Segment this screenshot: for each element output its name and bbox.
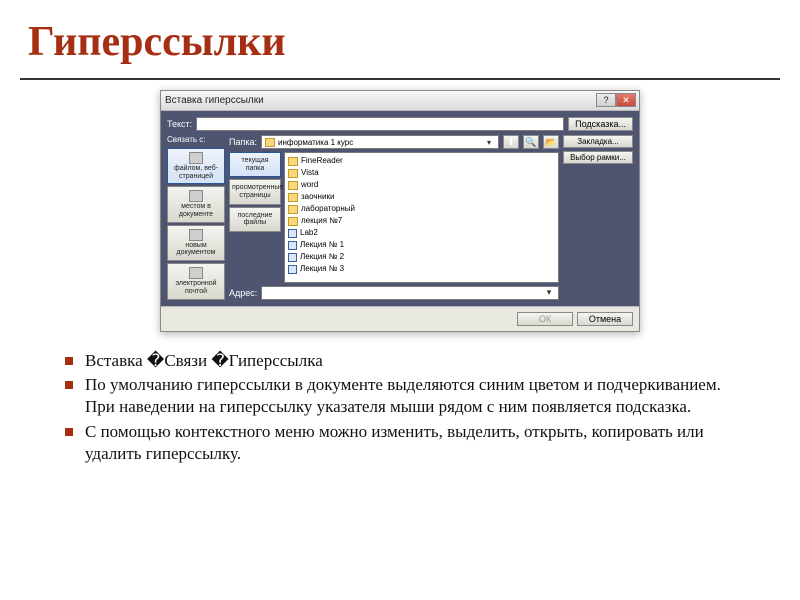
main-columns: Связать с: файлом, веб-страницей местом … xyxy=(167,135,633,300)
dialog-titlebar[interactable]: Вставка гиперссылки ? ✕ xyxy=(161,91,639,111)
file-list[interactable]: FineReaderVistawordзаочникилабораторныйл… xyxy=(284,152,559,283)
address-row: Адрес: ▾ xyxy=(229,286,559,300)
list-item[interactable]: заочники xyxy=(288,191,555,203)
help-button[interactable]: ? xyxy=(596,93,616,107)
dialog-footer: ОК Отмена xyxy=(161,306,639,331)
right-buttons: Закладка... Выбор рамки... xyxy=(563,135,633,300)
dialog-caption: Вставка гиперссылки xyxy=(165,95,264,106)
folder-icon xyxy=(265,138,275,147)
window-buttons: ? ✕ xyxy=(596,93,636,107)
linkto-place-in-doc[interactable]: местом в документе xyxy=(167,186,225,222)
search-icon: 🔍 xyxy=(525,137,536,148)
globe-file-icon xyxy=(189,152,203,164)
folder-combo[interactable]: информатика 1 курс ▾ xyxy=(261,135,499,149)
email-icon xyxy=(189,267,203,279)
document-icon xyxy=(288,241,297,250)
linkto-file-web[interactable]: файлом, веб-страницей xyxy=(167,148,225,184)
list-item[interactable]: Лекция № 3 xyxy=(288,263,555,275)
bookmark-button[interactable]: Закладка... xyxy=(563,135,633,148)
new-doc-icon xyxy=(189,229,203,241)
view-tabs: текущая папка просмотренные страницы пос… xyxy=(229,152,281,283)
address-combo[interactable]: ▾ xyxy=(261,286,559,300)
link-to-column: Связать с: файлом, веб-страницей местом … xyxy=(167,135,225,300)
file-name: заочники xyxy=(301,191,334,203)
screentip-button[interactable]: Подсказка... xyxy=(568,117,633,131)
chevron-down-icon: ▾ xyxy=(543,287,555,299)
document-icon xyxy=(288,229,297,238)
cancel-button[interactable]: Отмена xyxy=(577,312,633,326)
folder-icon xyxy=(288,157,298,166)
up-folder-button[interactable]: ⬆ xyxy=(503,135,519,149)
dialog-container: Вставка гиперссылки ? ✕ Текст: Подсказка… xyxy=(0,90,800,332)
list-item[interactable]: лабораторный xyxy=(288,203,555,215)
browse-file-button[interactable]: 📂 xyxy=(543,135,559,149)
file-name: word xyxy=(301,179,318,191)
close-button[interactable]: ✕ xyxy=(616,93,636,107)
dialog-body: Текст: Подсказка... Связать с: файлом, в… xyxy=(161,111,639,306)
bullet-item: По умолчанию гиперссылки в документе выд… xyxy=(85,374,745,419)
file-name: лабораторный xyxy=(301,203,355,215)
title-underline xyxy=(20,78,780,80)
center-column: Папка: информатика 1 курс ▾ ⬆ 🔍 xyxy=(229,135,559,300)
list-item[interactable]: Лекция № 2 xyxy=(288,251,555,263)
open-folder-icon: 📂 xyxy=(545,137,556,148)
folder-icon xyxy=(288,217,298,226)
folder-icon xyxy=(288,205,298,214)
text-row: Текст: Подсказка... xyxy=(167,117,633,131)
linkto-new-doc[interactable]: новым документом xyxy=(167,225,225,261)
address-label: Адрес: xyxy=(229,288,257,298)
text-input[interactable] xyxy=(196,117,564,131)
tab-current-folder[interactable]: текущая папка xyxy=(229,152,281,177)
document-icon xyxy=(288,265,297,274)
file-name: лекция №7 xyxy=(301,215,342,227)
tab-browsed-pages[interactable]: просмотренные страницы xyxy=(229,179,281,204)
list-item[interactable]: FineReader xyxy=(288,155,555,167)
folder-row: Папка: информатика 1 курс ▾ ⬆ 🔍 xyxy=(229,135,559,149)
file-name: Lab2 xyxy=(300,227,318,239)
list-item[interactable]: Vista xyxy=(288,167,555,179)
tab-recent-files[interactable]: последние файлы xyxy=(229,207,281,232)
file-name: Vista xyxy=(301,167,319,179)
bookmark-icon xyxy=(189,190,203,202)
text-label: Текст: xyxy=(167,119,192,129)
folder-icon xyxy=(288,193,298,202)
folder-icon xyxy=(288,181,298,190)
files-row: текущая папка просмотренные страницы пос… xyxy=(229,152,559,283)
bullet-list: Вставка �Связи �Гиперссылка По умолчанию… xyxy=(0,332,800,466)
browse-web-button[interactable]: 🔍 xyxy=(523,135,539,149)
link-to-label: Связать с: xyxy=(167,135,225,144)
list-item[interactable]: word xyxy=(288,179,555,191)
folder-icon xyxy=(288,169,298,178)
linkto-email[interactable]: электронной почтой xyxy=(167,263,225,299)
slide-title: Гиперссылки xyxy=(0,0,800,66)
up-arrow-icon: ⬆ xyxy=(507,137,515,148)
list-item[interactable]: лекция №7 xyxy=(288,215,555,227)
folder-label: Папка: xyxy=(229,137,257,147)
chevron-down-icon: ▾ xyxy=(483,136,495,148)
document-icon xyxy=(288,253,297,262)
insert-hyperlink-dialog: Вставка гиперссылки ? ✕ Текст: Подсказка… xyxy=(160,90,640,332)
file-name: FineReader xyxy=(301,155,343,167)
bullet-item: С помощью контекстного меню можно измени… xyxy=(85,421,745,466)
bullet-item: Вставка �Связи �Гиперссылка xyxy=(85,350,745,372)
ok-button[interactable]: ОК xyxy=(517,312,573,326)
file-name: Лекция № 3 xyxy=(300,263,344,275)
file-name: Лекция № 2 xyxy=(300,251,344,263)
file-name: Лекция № 1 xyxy=(300,239,344,251)
target-frame-button[interactable]: Выбор рамки... xyxy=(563,151,633,164)
list-item[interactable]: Лекция № 1 xyxy=(288,239,555,251)
list-item[interactable]: Lab2 xyxy=(288,227,555,239)
